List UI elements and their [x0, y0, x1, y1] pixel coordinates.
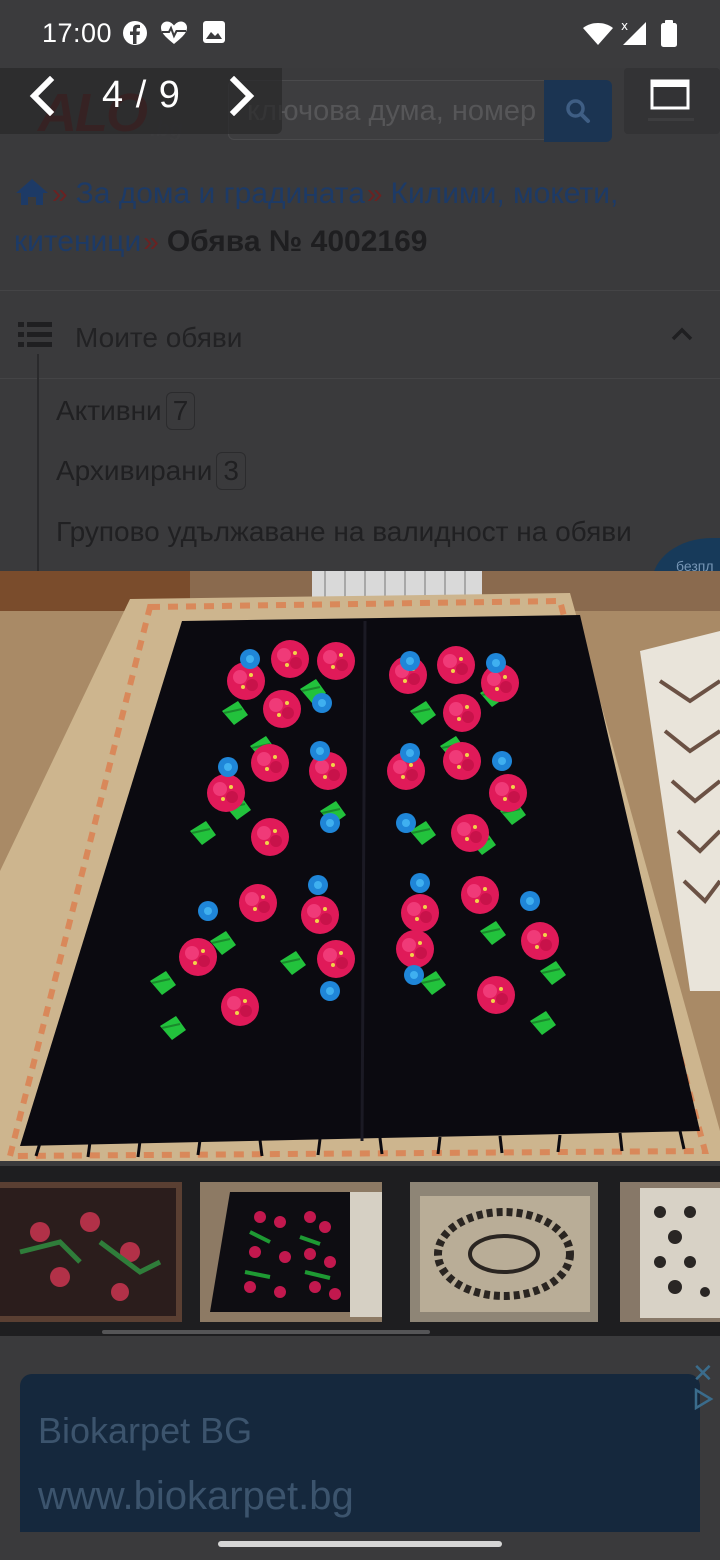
thumbnail[interactable]	[410, 1182, 598, 1322]
my-ads-active-label: Активни	[56, 395, 162, 426]
my-ads-header[interactable]: Моите обяви	[0, 292, 720, 380]
breadcrumb-current: Обява № 4002169	[166, 225, 428, 258]
status-bar: 17:00 x	[0, 0, 720, 68]
search-icon	[566, 99, 590, 123]
ad-url[interactable]: www.biokarpet.bg	[38, 1474, 354, 1519]
my-ads-title: Моите обяви	[75, 322, 243, 353]
breadcrumb-separator: »	[143, 226, 159, 257]
rug-photo	[0, 571, 720, 1161]
search-button[interactable]	[544, 80, 612, 142]
tree-line	[37, 354, 39, 574]
breadcrumb: » За дома и градината» Килими, мокети, кит…	[14, 170, 704, 266]
my-ads-archived[interactable]: Архивирани 3	[56, 452, 246, 490]
thumbnail-image	[620, 1182, 720, 1322]
next-arrow-icon[interactable]	[226, 76, 260, 116]
thumbnail-image	[410, 1182, 598, 1322]
wifi-icon	[583, 23, 613, 45]
my-ads-archived-label: Архивирани	[56, 455, 213, 486]
thumbnail-strip	[0, 1166, 720, 1336]
breadcrumb-home-garden[interactable]: За дома и градината	[76, 177, 365, 210]
my-ads-bulk-extend[interactable]: Групово удължаване на валидност на обяви	[56, 516, 632, 548]
svg-text:x: x	[621, 19, 628, 33]
thumbnail-scrollbar[interactable]	[102, 1330, 430, 1334]
thumbnail-image	[0, 1182, 182, 1322]
previous-arrow-icon[interactable]	[24, 76, 58, 116]
image-icon	[203, 21, 225, 43]
count-badge: 7	[165, 392, 196, 430]
screen: 17:00 x ALO .bg ключова дума, номер	[0, 0, 720, 1560]
main-photo[interactable]	[0, 571, 720, 1161]
thumbnail[interactable]	[0, 1182, 182, 1322]
breadcrumb-separator: »	[366, 178, 383, 209]
thumbnail[interactable]	[620, 1182, 720, 1322]
health-heart-icon	[161, 21, 187, 44]
divider	[0, 378, 720, 379]
breadcrumb-separator: »	[52, 178, 68, 209]
facebook-icon	[123, 21, 147, 45]
thumbnail-active[interactable]	[200, 1182, 382, 1322]
adchoices-icon[interactable]	[692, 1388, 714, 1410]
ad-close-icon[interactable]: ✕	[692, 1358, 714, 1389]
list-icon	[18, 322, 52, 347]
chevron-up-icon[interactable]	[670, 326, 694, 342]
gallery-counter: 4 / 9	[102, 74, 181, 116]
status-time: 17:00	[42, 18, 113, 48]
home-icon[interactable]	[14, 177, 50, 207]
divider	[0, 290, 720, 291]
count-badge: 3	[216, 452, 246, 490]
fullscreen-icon[interactable]	[650, 78, 690, 112]
battery-icon	[661, 20, 677, 47]
my-ads-active[interactable]: Активни 7	[56, 392, 196, 430]
thumbnail-image	[200, 1182, 382, 1322]
ad-title[interactable]: Biokarpet BG	[38, 1410, 252, 1452]
signal-icon: x	[621, 19, 646, 45]
home-gesture-bar[interactable]	[218, 1541, 502, 1547]
